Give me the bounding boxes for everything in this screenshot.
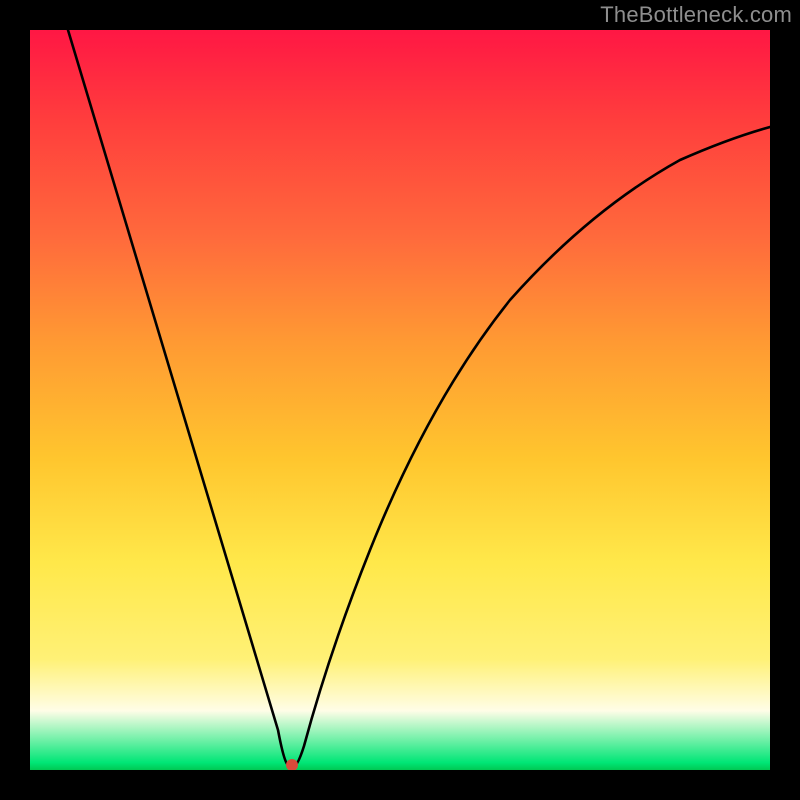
bottleneck-curve-svg (30, 30, 770, 770)
chart-frame: TheBottleneck.com (0, 0, 800, 800)
watermark-text: TheBottleneck.com (600, 2, 792, 28)
minimum-dot (286, 759, 298, 770)
plot-area (30, 30, 770, 770)
bottleneck-curve (68, 30, 770, 765)
